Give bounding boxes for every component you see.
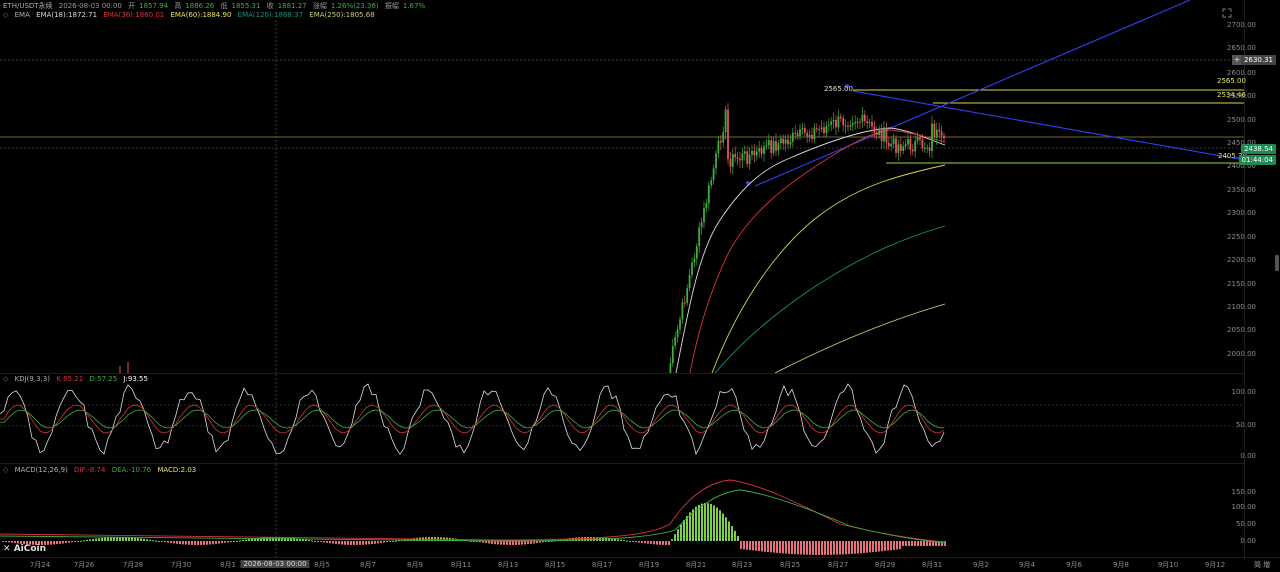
macd-axis-100: 100.00 [1231, 503, 1257, 511]
price-axis-2350: 2350.00 [1227, 186, 1256, 194]
time-axis-divider [0, 557, 1280, 558]
time-axis-tick: 8月27 [827, 561, 849, 569]
time-axis-tick: 8月11 [450, 561, 472, 569]
corner-toggle[interactable]: 简 增 [1254, 560, 1270, 570]
price-axis-2600: 2600.00 [1227, 69, 1256, 77]
price-axis-2050: 2050.00 [1227, 326, 1256, 334]
kdj-axis-50: 50.00 [1235, 421, 1256, 429]
time-axis-tick: 8月9 [407, 561, 423, 569]
kdj-axis-0: 0.00 [1240, 452, 1256, 460]
macd-axis-0: 0.00 [1240, 537, 1256, 545]
time-axis-tick: 8月29 [874, 561, 896, 569]
time-axis-tick: 8月23 [731, 561, 753, 569]
price-axis-2000: 2000.00 [1227, 350, 1256, 358]
macd-axis-150: 150.00 [1231, 488, 1257, 496]
line-label-2565: 2565.00 [1217, 77, 1246, 85]
time-axis-tick: 9月2 [973, 561, 989, 569]
time-axis-tick: 8月31 [921, 561, 943, 569]
crosshair-price-tag: 2630.31 [1241, 55, 1276, 65]
time-axis-tick: 9月10 [1157, 561, 1179, 569]
time-axis-tick: 8月5 [314, 561, 330, 569]
current-price-tag: 2438.54 [1241, 144, 1276, 154]
macd-chart[interactable] [0, 464, 1244, 557]
time-axis-tick: 8月25 [779, 561, 801, 569]
time-axis-tick: 8月1 [220, 561, 236, 569]
time-axis-tick: 7月28 [122, 561, 144, 569]
time-axis-tick: 7月30 [170, 561, 192, 569]
aicoin-logo: ✕ AiCoin [3, 544, 47, 554]
kdj-chart[interactable] [0, 374, 1244, 463]
time-axis-tick: 9月4 [1019, 561, 1035, 569]
time-axis-tick: 9月6 [1066, 561, 1082, 569]
main-chart[interactable] [0, 0, 1244, 373]
price-axis-2300: 2300.00 [1227, 209, 1256, 217]
time-axis-tick: 8月19 [638, 561, 660, 569]
time-axis-tick: 8月7 [360, 561, 376, 569]
price-axis-2550: 2550.00 [1227, 92, 1256, 100]
price-axis-2100: 2100.00 [1227, 303, 1256, 311]
kdj-axis-100: 100.00 [1231, 388, 1257, 396]
price-axis-2700: 2700.00 [1227, 21, 1256, 29]
time-axis-tick: 8月15 [544, 561, 566, 569]
countdown-tag: 01:44:04 [1238, 155, 1276, 165]
macd-axis-50: 50.00 [1235, 520, 1256, 528]
logo-icon: ✕ [3, 544, 11, 554]
price-axis-2250: 2250.00 [1227, 233, 1256, 241]
price-axis-2650: 2650.00 [1227, 44, 1256, 52]
time-axis-tick: 7月26 [73, 561, 95, 569]
time-axis-tick: 7月24 [29, 561, 51, 569]
time-axis-tick: 8月17 [591, 561, 613, 569]
panel-resize-handle[interactable] [1275, 255, 1279, 271]
time-axis-tick: 8月13 [497, 561, 519, 569]
time-axis-tick: 9月12 [1204, 561, 1226, 569]
candles [669, 103, 945, 373]
price-axis-2150: 2150.00 [1227, 280, 1256, 288]
annotation-2565: 2565.00 [824, 85, 853, 93]
price-axis-2200: 2200.00 [1227, 256, 1256, 264]
price-axis-2500: 2500.00 [1227, 116, 1256, 124]
time-axis-tick: 9月8 [1113, 561, 1129, 569]
time-axis-tick: 8月21 [685, 561, 707, 569]
crosshair-time-tag: 2026-08-03 00:00 [240, 560, 310, 568]
